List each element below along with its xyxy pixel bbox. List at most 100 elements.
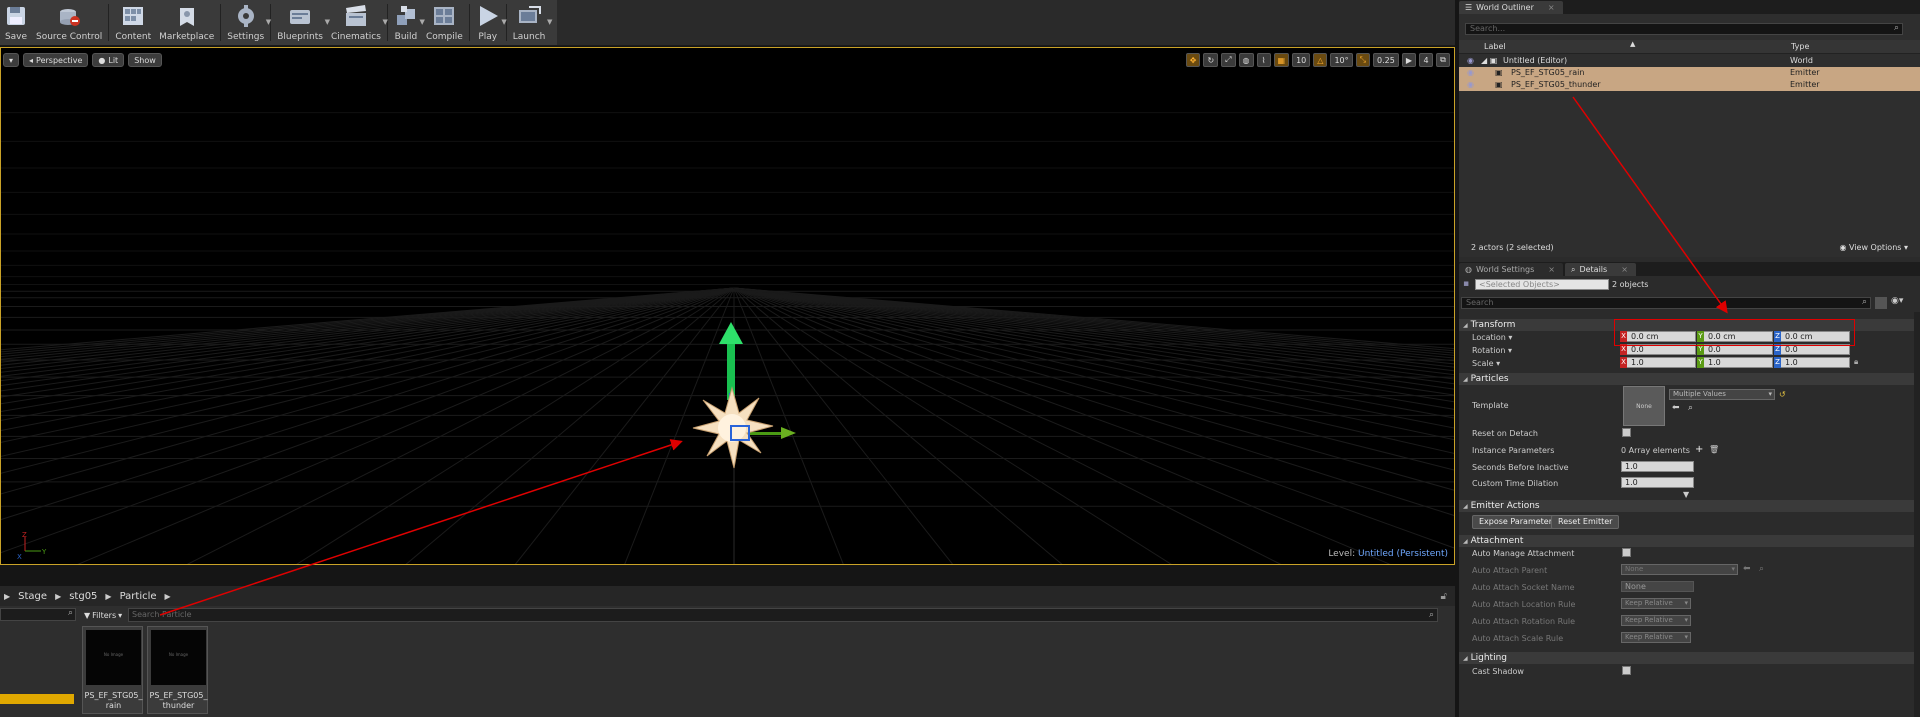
rotation-snap-value[interactable]: 10° [1330,53,1353,67]
scale-snap-value[interactable]: 0.25 [1373,53,1399,67]
custom-time-dilation-input[interactable]: 1.0 [1621,477,1694,488]
use-selected-icon[interactable]: ⬅ [1743,564,1751,574]
expose-parameter-button[interactable]: Expose Parameter [1472,515,1560,529]
outliner-search-input[interactable]: Search... ⌕ [1465,23,1903,35]
chevron-down-icon[interactable]: ▼ [501,18,506,26]
eye-icon[interactable]: ◉ [1467,80,1474,89]
column-label[interactable]: Label [1484,42,1506,51]
add-icon[interactable]: + [1695,444,1703,455]
auto-attach-socket-input[interactable]: None [1621,581,1694,592]
eye-icon[interactable]: ◉▾ [1891,296,1903,306]
column-type[interactable]: Type [1791,42,1809,51]
folder-selected-highlight[interactable] [0,694,74,704]
breadcrumb-item-stg05[interactable]: stg05 [69,591,97,602]
surface-snap-icon[interactable]: ⌇ [1256,53,1271,67]
outliner-row-world[interactable]: ◉ ◢ ▣ Untitled (Editor) World [1459,55,1920,67]
lock-icon[interactable]: 🔓︎ [1441,591,1447,602]
chevron-down-icon[interactable]: ▼ [547,18,552,26]
tab-world-settings[interactable]: ◍ World Settings × [1459,263,1563,276]
folder-search-input[interactable]: ⌕ [0,608,76,621]
eye-icon[interactable]: ◉ [1467,56,1474,65]
grid-snap-value[interactable]: 10 [1292,53,1311,67]
chevron-right-icon[interactable]: ▶ [105,592,111,601]
trash-icon[interactable]: 🗑︎ [1709,445,1719,454]
world-local-icon[interactable]: ◍ [1238,53,1254,67]
auto-attach-scale-rule-dropdown[interactable]: Keep Relative ▾ [1621,632,1691,643]
content-button[interactable]: Content [111,0,155,45]
browse-icon[interactable]: ⌕ [1688,403,1693,413]
breadcrumb-item-particle[interactable]: Particle [120,591,157,602]
gizmo-x-arrowhead[interactable] [781,427,796,439]
chevron-down-icon[interactable]: ▼ [266,18,271,26]
chevron-right-icon[interactable]: ▶ [165,592,171,601]
rotate-mode-icon[interactable]: ↻ [1203,53,1219,67]
perspective-button[interactable]: ◂ Perspective [23,53,89,67]
grid-snap-icon[interactable]: ▦ [1273,53,1290,67]
chevron-right-icon[interactable]: ▶ [55,592,61,601]
lit-button[interactable]: ● Lit [92,53,125,67]
gizmo-z-arrowhead[interactable] [719,322,743,344]
scale-snap-icon[interactable]: ⤡ [1355,53,1371,67]
asset-tile-thunder[interactable]: No Image PS_EF_STG05_ thunder [147,626,208,714]
blueprints-button[interactable]: Blueprints ▼ [273,0,330,45]
outliner-row-thunder[interactable]: ◉ ▣ PS_EF_STG05_thunder Emitter [1459,79,1920,91]
seconds-before-inactive-input[interactable]: 1.0 [1621,461,1694,472]
compile-button[interactable]: Compile [422,0,467,45]
close-icon[interactable]: × [1548,265,1555,274]
reset-on-detach-checkbox[interactable] [1622,428,1631,437]
cast-shadow-checkbox[interactable] [1622,666,1631,675]
save-button[interactable]: Save [0,0,32,45]
details-search-input[interactable]: Search ⌕ [1461,297,1871,309]
maximize-icon[interactable]: ⧉ [1436,53,1450,67]
template-thumbnail[interactable]: None [1623,386,1665,426]
property-matrix-icon[interactable] [1875,297,1887,309]
template-dropdown[interactable]: Multiple Values ▾ [1669,389,1775,400]
scale-mode-icon[interactable]: ⤢ [1221,53,1236,67]
chevron-down-icon[interactable]: ▼ [383,18,388,26]
expand-advanced-icon[interactable]: ▼ [1683,490,1689,499]
browse-icon[interactable]: ⌕ [1759,564,1764,574]
category-lighting[interactable]: Lighting [1459,652,1914,664]
scale-label[interactable]: Scale ▾ [1472,359,1500,368]
emitter-sprite-icon[interactable] [692,386,774,469]
tab-details[interactable]: ⌕ Details × [1564,263,1636,276]
settings-button[interactable]: Settings ▼ [223,0,271,45]
asset-tile-rain[interactable]: No Image PS_EF_STG05_ rain [82,626,143,714]
category-emitter-actions[interactable]: Emitter Actions [1459,500,1914,512]
auto-attach-parent-dropdown[interactable]: None ▾ [1621,564,1738,575]
cinematics-button[interactable]: Cinematics ▼ [327,0,388,45]
translate-mode-icon[interactable]: ✥ [1185,53,1201,67]
eye-icon[interactable]: ◉ [1467,68,1474,77]
auto-manage-attachment-checkbox[interactable] [1622,548,1631,557]
breadcrumb-item-stage[interactable]: Stage [18,591,47,602]
category-attachment[interactable]: Attachment [1459,535,1914,547]
viewport-options-button[interactable]: ▾ [3,53,20,67]
reset-to-default-icon[interactable]: ↺ [1779,390,1786,399]
auto-attach-rotation-rule-dropdown[interactable]: Keep Relative ▾ [1621,615,1691,626]
lock-icon[interactable]: 🔒︎ [1854,357,1858,367]
level-viewport[interactable]: ▾ ◂ Perspective ● Lit Show ✥ ↻ ⤢ ◍ ⌇ ▦ 10 … [0,47,1455,565]
rotation-snap-icon[interactable]: △ [1313,53,1328,67]
build-button[interactable]: Build ▼ [390,0,425,45]
filters-button[interactable]: ▼ Filters ▾ [84,609,122,622]
launch-button[interactable]: Launch ▼ [509,0,552,45]
show-button[interactable]: Show [128,53,162,67]
scale-x-input[interactable]: X 1.0 [1620,357,1696,368]
scale-z-input[interactable]: Z 1.0 [1774,357,1850,368]
chevron-right-icon[interactable]: ▶ [4,592,10,601]
reset-emitter-button[interactable]: Reset Emitter [1551,515,1620,529]
details-scrollbar[interactable] [1914,312,1920,717]
use-selected-icon[interactable]: ⬅ [1672,403,1680,413]
location-label[interactable]: Location ▾ [1472,333,1512,342]
tab-world-outliner[interactable]: ☰ World Outliner × [1459,1,1563,14]
close-icon[interactable]: × [1621,265,1628,274]
outliner-row-rain[interactable]: ◉ ▣ PS_EF_STG05_rain Emitter [1459,67,1920,79]
asset-search-input[interactable]: Search Particle ⌕ [128,608,1438,622]
rotation-label[interactable]: Rotation ▾ [1472,346,1512,355]
scale-y-input[interactable]: Y 1.0 [1697,357,1773,368]
play-button[interactable]: Play ▼ [472,0,507,45]
camera-speed-icon[interactable]: ▶ [1401,53,1416,67]
view-options-button[interactable]: ◉ View Options ▾ [1840,243,1909,252]
close-icon[interactable]: × [1548,3,1555,12]
marketplace-button[interactable]: Marketplace [155,0,218,45]
